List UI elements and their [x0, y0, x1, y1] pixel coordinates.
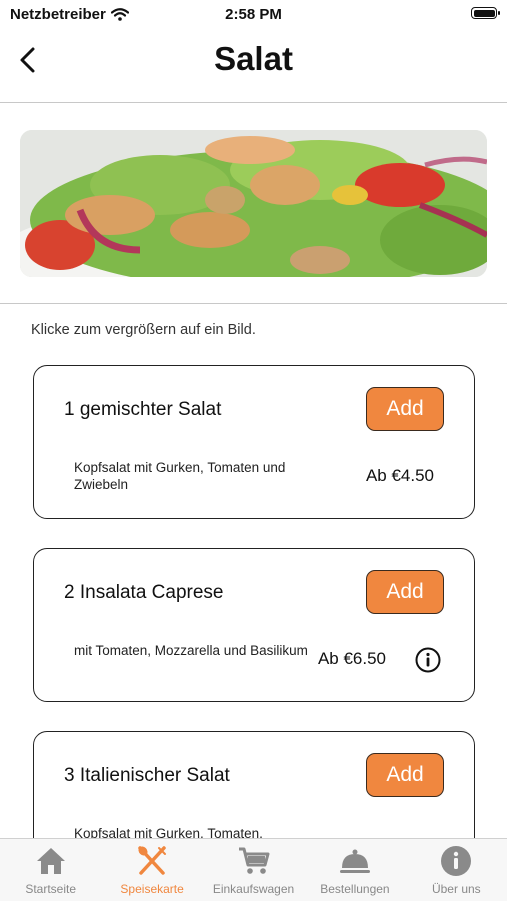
tab-label: Einkaufswagen: [212, 882, 295, 896]
add-button[interactable]: Add: [366, 753, 444, 797]
tab-speisekarte[interactable]: Speisekarte: [101, 839, 202, 901]
info-icon: [441, 846, 472, 876]
zoom-hint: Klicke zum vergrößern auf ein Bild.: [31, 322, 256, 338]
tab-label: Bestellungen: [320, 882, 390, 896]
item-description: Kopfsalat mit Gurken, Tomaten und Zwiebe…: [74, 460, 286, 492]
home-icon: [36, 848, 65, 874]
page-title: Salat: [214, 40, 293, 77]
status-time: 2:58 PM: [225, 6, 282, 23]
add-button[interactable]: Add: [366, 387, 444, 431]
tab-ueber-uns[interactable]: Über uns: [406, 839, 507, 901]
menu-item-card[interactable]: 2 Insalata Caprese Add mit Tomaten, Mozz…: [33, 548, 475, 702]
salad-photo[interactable]: [20, 130, 487, 277]
tab-einkaufswagen[interactable]: Einkaufswagen: [203, 839, 304, 901]
navigation-bar: Salat: [0, 28, 507, 103]
tab-label: Speisekarte: [120, 882, 184, 896]
item-name: 2 Insalata Caprese: [64, 582, 224, 603]
item-price: Ab €4.50: [365, 466, 434, 485]
tab-label: Über uns: [431, 882, 481, 896]
tab-startseite[interactable]: Startseite: [0, 839, 101, 901]
info-icon[interactable]: [415, 647, 441, 673]
tab-bestellungen[interactable]: Bestellungen: [304, 839, 405, 901]
cloche-icon: [339, 849, 370, 873]
item-description: mit Tomaten, Mozzarella und Basilikum: [74, 643, 308, 658]
add-button[interactable]: Add: [366, 570, 444, 614]
fork-knife-icon: [138, 846, 167, 875]
tab-bar: Startseite Speisekarte Einkaufswagen Bes…: [0, 838, 507, 901]
status-bar: Netzbetreiber 2:58 PM: [0, 0, 507, 28]
item-price: Ab €6.50: [317, 649, 386, 668]
battery-icon: [471, 7, 500, 19]
hero-section: [0, 103, 507, 304]
tab-label: Startseite: [25, 882, 77, 896]
menu-item-card[interactable]: 1 gemischter Salat Add Kopfsalat mit Gur…: [33, 365, 475, 519]
item-name: 1 gemischter Salat: [64, 399, 222, 420]
item-name: 3 Italienischer Salat: [64, 765, 230, 786]
cart-icon: [238, 847, 270, 874]
